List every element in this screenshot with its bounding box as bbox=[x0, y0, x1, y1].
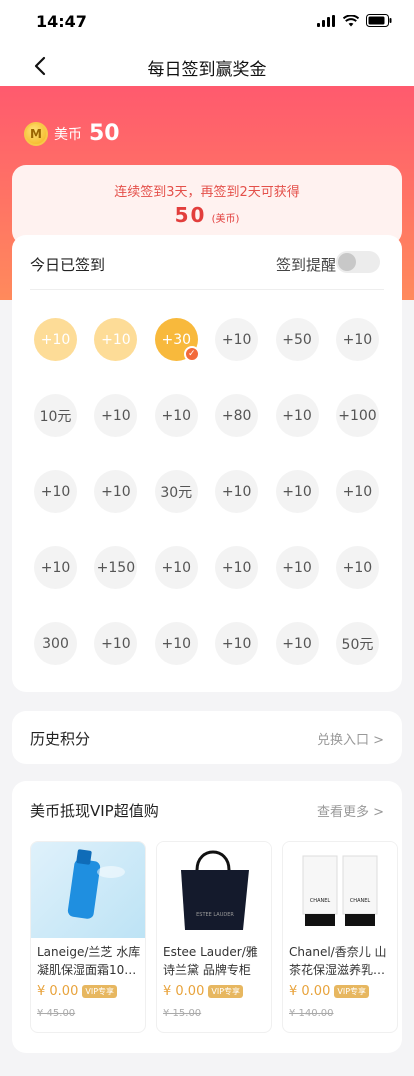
checkin-day[interactable]: +10 bbox=[34, 470, 77, 513]
checkin-day[interactable]: +10 bbox=[34, 318, 77, 361]
nav-bar: 每日签到赢奖金 bbox=[0, 44, 414, 88]
toggle-knob bbox=[338, 253, 356, 271]
checkin-day[interactable]: +10 bbox=[154, 622, 198, 665]
checkin-day[interactable]: +10 bbox=[94, 622, 138, 665]
estee-brand-mark: ESTEE LAUDER bbox=[196, 912, 234, 918]
history-title: 历史积分 bbox=[30, 730, 91, 748]
divider bbox=[30, 289, 384, 290]
vip-section: 美币抵现VIP超值购 查看更多 > Laneige/兰芝 水库凝肌保湿面霜10…… bbox=[12, 781, 402, 1053]
redeem-link[interactable]: 兑换入口 > bbox=[317, 729, 384, 748]
streak-reward-value: 50 bbox=[174, 203, 207, 227]
product-list: Laneige/兰芝 水库凝肌保湿面霜10… ¥ 0.00 VIP专享 ¥ 45… bbox=[30, 841, 398, 1033]
product-name: Laneige/兰芝 水库凝肌保湿面霜10… bbox=[37, 945, 141, 977]
vip-badge: VIP专享 bbox=[82, 985, 118, 998]
checkin-day[interactable]: +10 bbox=[154, 394, 198, 437]
product-price-row: ¥ 0.00 VIP专享 bbox=[37, 984, 118, 999]
checkin-day[interactable]: +10 bbox=[335, 546, 379, 589]
wifi-icon bbox=[343, 14, 359, 26]
checkin-day[interactable]: +10 bbox=[34, 546, 77, 589]
product-price-row: ¥ 0.00 VIP专享 bbox=[163, 984, 244, 999]
checkin-day[interactable]: 10元 bbox=[34, 394, 77, 437]
streak-reward: 50 (美币) bbox=[12, 203, 402, 227]
status-icons bbox=[317, 14, 392, 27]
checkin-day[interactable]: +10 bbox=[335, 318, 379, 361]
streak-reward-unit: (美币) bbox=[211, 214, 240, 225]
checkin-day[interactable]: +10 bbox=[215, 470, 259, 513]
product-original-price: ¥ 15.00 bbox=[163, 1008, 202, 1019]
status-time: 14:47 bbox=[36, 12, 87, 31]
checkin-card: 今日已签到 签到提醒 +10 +10 +30 ✓ +10 +50 +10 10元 +10 +10 +… bbox=[12, 235, 402, 692]
coin-icon: M bbox=[24, 121, 48, 146]
product-image-chanel: CHANEL CHANEL bbox=[283, 842, 397, 938]
product-price-row: ¥ 0.00 VIP专享 bbox=[289, 984, 370, 999]
checkin-day[interactable]: +10 bbox=[275, 546, 319, 589]
page-title: 每日签到赢奖金 bbox=[147, 60, 267, 80]
chanel-brand-mark: CHANEL bbox=[350, 898, 371, 904]
checkin-day[interactable]: +10 bbox=[215, 622, 259, 665]
checkin-day[interactable]: +10 bbox=[215, 318, 259, 361]
reminder-label: 签到提醒 bbox=[275, 256, 336, 274]
checkin-day[interactable]: +80 bbox=[215, 394, 259, 437]
checkin-day-grid: +10 +10 +30 ✓ +10 +50 +10 10元 +10 +10 +80 +10 +100 +1… bbox=[34, 318, 394, 665]
battery-icon bbox=[366, 14, 392, 27]
checkin-day[interactable]: +10 bbox=[215, 546, 259, 589]
product-original-price: ¥ 140.00 bbox=[289, 1008, 334, 1019]
checkin-day[interactable]: +100 bbox=[335, 394, 379, 437]
checkin-day[interactable]: 30元 bbox=[154, 470, 198, 513]
streak-promo-text: 连续签到3天，再签到2天可获得 bbox=[114, 185, 300, 200]
vip-badge: VIP专享 bbox=[208, 985, 244, 998]
history-points-row[interactable]: 历史积分 兑换入口 > bbox=[12, 711, 402, 764]
checkin-day[interactable]: +10 bbox=[275, 622, 319, 665]
product-image-laneige bbox=[31, 842, 145, 938]
product-image-estee: ESTEE LAUDER bbox=[157, 842, 271, 938]
status-bar: 14:47 bbox=[0, 0, 414, 44]
reminder-toggle[interactable] bbox=[336, 251, 380, 273]
checkin-day[interactable]: +10 bbox=[94, 394, 138, 437]
checkin-day[interactable]: +10 bbox=[94, 470, 138, 513]
product-card[interactable]: Laneige/兰芝 水库凝肌保湿面霜10… ¥ 0.00 VIP专享 ¥ 45… bbox=[30, 841, 146, 1033]
check-icon: ✓ bbox=[183, 346, 200, 362]
product-original-price: ¥ 45.00 bbox=[37, 1008, 76, 1019]
vip-title: 美币抵现VIP超值购 bbox=[30, 802, 159, 820]
vip-badge: VIP专享 bbox=[334, 985, 370, 998]
checkin-day[interactable]: +150 bbox=[94, 546, 138, 589]
checkin-day[interactable]: 300 bbox=[34, 622, 77, 665]
coin-value: 50 bbox=[89, 121, 120, 146]
checkin-title: 今日已签到 bbox=[30, 256, 106, 274]
coin-balance: M 美币 50 bbox=[24, 121, 120, 146]
checkin-day[interactable]: +10 bbox=[335, 470, 379, 513]
checkin-day[interactable]: +10 bbox=[94, 318, 138, 361]
product-card[interactable]: ESTEE LAUDER Estee Lauder/雅诗兰黛 品牌专柜袋… ¥ … bbox=[156, 841, 272, 1033]
checkin-day[interactable]: +30 ✓ bbox=[154, 318, 200, 362]
checkin-day[interactable]: +10 bbox=[275, 394, 319, 437]
product-name: Estee Lauder/雅诗兰黛 品牌专柜袋… bbox=[163, 945, 258, 977]
checkin-day[interactable]: +10 bbox=[275, 470, 319, 513]
chanel-brand-mark: CHANEL bbox=[310, 898, 331, 904]
product-card[interactable]: CHANEL CHANEL Chanel/香奈儿 山茶花保湿滋养乳… ¥ 0.0… bbox=[282, 841, 398, 1033]
checkin-day[interactable]: +10 bbox=[154, 546, 198, 589]
cellular-signal-icon bbox=[317, 14, 335, 27]
view-more-link[interactable]: 查看更多 > bbox=[317, 801, 384, 820]
product-price: ¥ 0.00 bbox=[289, 984, 331, 999]
checkin-day[interactable]: +50 bbox=[275, 318, 319, 361]
product-price: ¥ 0.00 bbox=[163, 984, 205, 999]
streak-promo-card: 连续签到3天，再签到2天可获得 50 (美币) bbox=[12, 165, 402, 245]
coin-label: 美币 bbox=[54, 126, 82, 143]
product-price: ¥ 0.00 bbox=[37, 984, 79, 999]
product-name: Chanel/香奈儿 山茶花保湿滋养乳… bbox=[289, 945, 387, 977]
checkin-day[interactable]: 50元 bbox=[335, 622, 379, 665]
